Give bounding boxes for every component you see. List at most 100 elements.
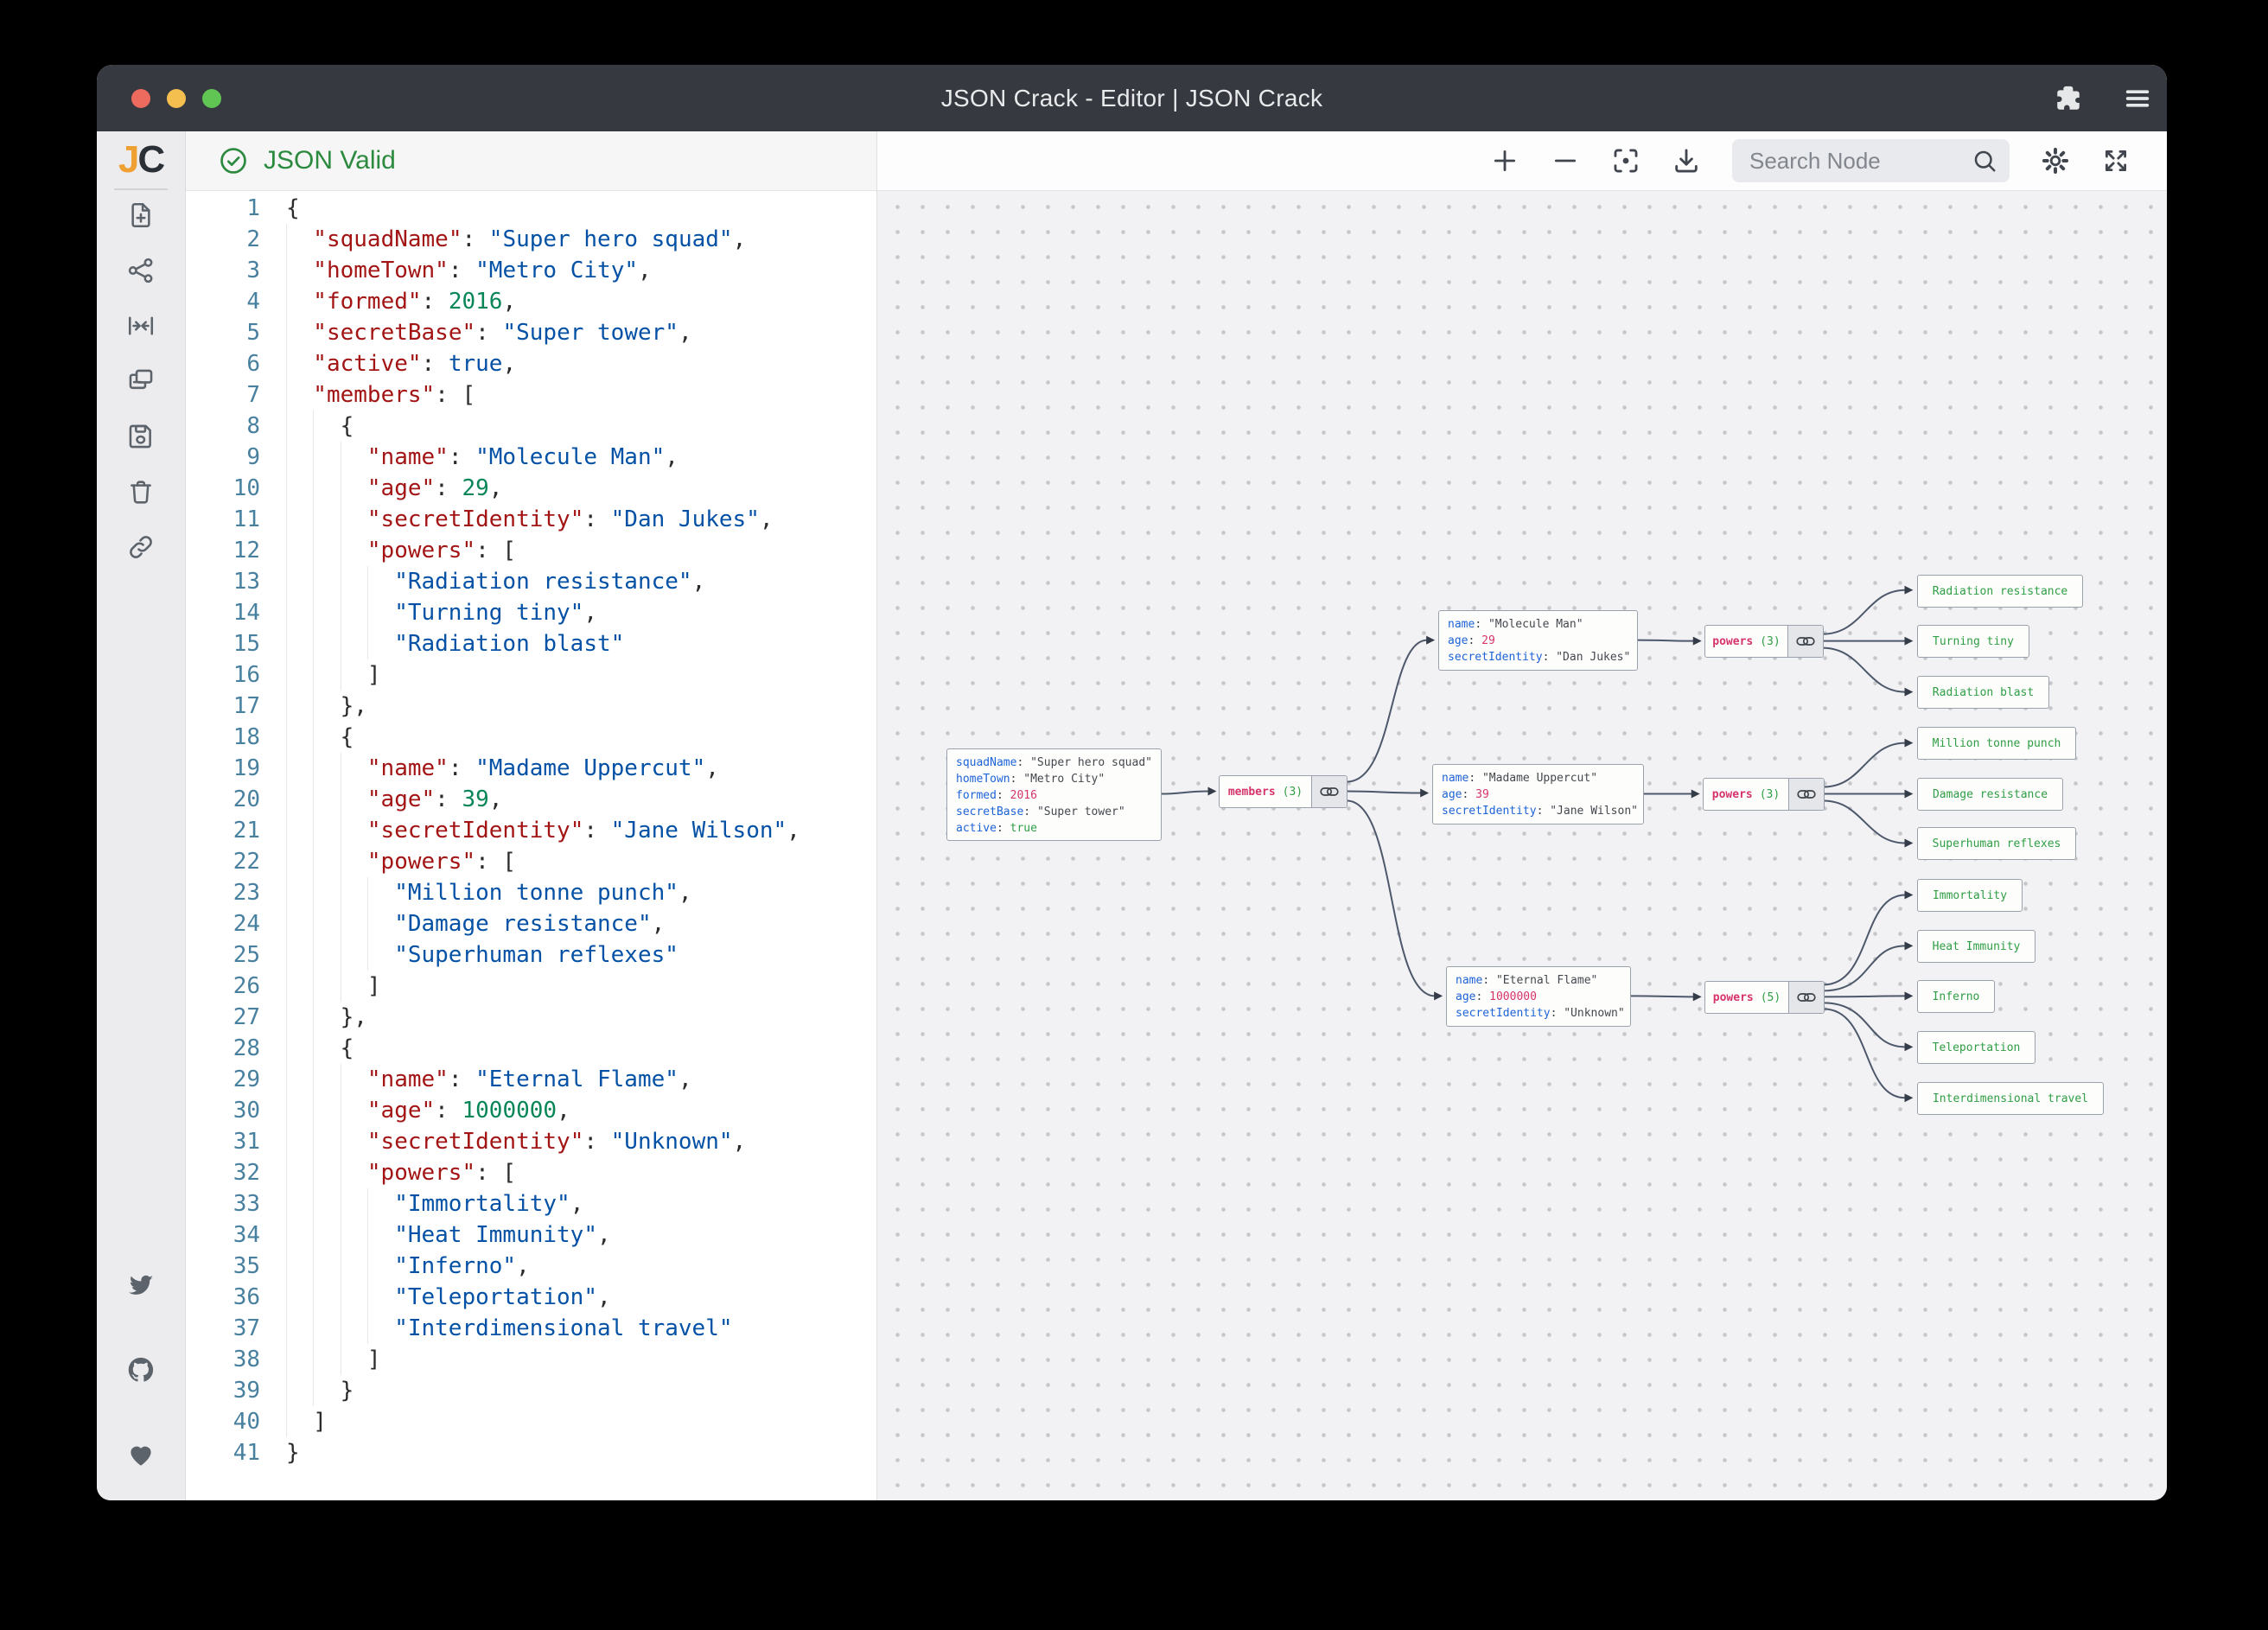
- code-text: "name": "Madame Uppercut",: [260, 753, 719, 784]
- settings-button[interactable]: [2041, 146, 2070, 175]
- extension-icon[interactable]: [2054, 84, 2083, 113]
- graph-canvas[interactable]: squadName: "Super hero squad" homeTown: "…: [877, 191, 2167, 1500]
- sidebar-divider: [114, 188, 168, 190]
- menu-icon[interactable]: [2123, 84, 2152, 113]
- line-number: 29: [186, 1064, 260, 1095]
- node-value: "Metro City": [1023, 773, 1105, 786]
- leaf-value: Million tonne punch: [1933, 735, 2061, 752]
- graph-node-leaf-4[interactable]: Damage resistance: [1917, 778, 2063, 811]
- token-p: :: [435, 475, 462, 501]
- indent-guide: [286, 1375, 313, 1406]
- graph-node-leaf-3[interactable]: Million tonne punch: [1917, 727, 2076, 760]
- node-row: age: 1000000: [1456, 989, 1621, 1005]
- copy-link-icon[interactable]: [126, 532, 156, 562]
- graph-node-member-2[interactable]: name: "Eternal Flame"age: 1000000secretI…: [1446, 966, 1631, 1027]
- collapse-link-icon[interactable]: [1788, 982, 1824, 1013]
- graph-node-members[interactable]: members(3): [1219, 775, 1347, 808]
- search-input[interactable]: [1748, 147, 1963, 175]
- github-icon[interactable]: [126, 1355, 156, 1385]
- graph-node-leaf-0[interactable]: Radiation resistance: [1917, 575, 2083, 608]
- line-number: 8: [186, 411, 260, 442]
- graph-node-powers-2[interactable]: powers(5): [1704, 981, 1825, 1014]
- token-s: "Interdimensional travel": [394, 1315, 732, 1341]
- node-row: squadName: "Super hero squad": [956, 755, 1152, 771]
- token-p: ]: [367, 1347, 381, 1372]
- center-view-button[interactable]: [1611, 146, 1640, 175]
- graph-node-powers-1[interactable]: powers(3): [1703, 778, 1825, 811]
- save-icon[interactable]: [126, 422, 156, 451]
- close-button[interactable]: [131, 89, 150, 108]
- graph-edge: [1824, 1003, 1906, 1047]
- token-p: {: [341, 413, 354, 439]
- sponsor-icon[interactable]: [126, 1440, 156, 1469]
- node-key: homeTown: [956, 773, 1010, 786]
- zoom-in-button[interactable]: [1490, 146, 1519, 175]
- graph-node-member-0[interactable]: name: "Molecule Man"age: 29secretIdentit…: [1438, 610, 1638, 671]
- indent-guide: [367, 1282, 394, 1313]
- graph-node-leaf-7[interactable]: Heat Immunity: [1917, 930, 2035, 963]
- collapse-link-icon[interactable]: [1787, 626, 1823, 657]
- code-line: 15 "Radiation blast": [186, 628, 876, 659]
- copy-icon[interactable]: [126, 366, 156, 396]
- zoom-out-button[interactable]: [1551, 146, 1580, 175]
- graph-node-root[interactable]: squadName: "Super hero squad" homeTown: "…: [946, 748, 1162, 841]
- indent-guide: [341, 846, 367, 877]
- graph-node-leaf-6[interactable]: Immortality: [1917, 879, 2023, 912]
- graph-node-leaf-8[interactable]: Inferno: [1917, 980, 1995, 1013]
- indent-guide: [286, 1251, 313, 1282]
- twitter-icon[interactable]: [126, 1270, 156, 1300]
- line-number: 28: [186, 1033, 260, 1064]
- token-p: : [: [435, 382, 475, 408]
- indent-guide: [341, 815, 367, 846]
- json-editor[interactable]: 1{2 "squadName": "Super hero squad",3 "h…: [186, 191, 876, 1500]
- sidebar-footer: [126, 1270, 156, 1500]
- indent-guide: [313, 1002, 340, 1033]
- collapse-link-icon[interactable]: [1788, 779, 1824, 810]
- center-canvas-icon[interactable]: [126, 311, 156, 341]
- line-number: 10: [186, 473, 260, 504]
- indent-guide: [286, 255, 313, 286]
- graph-node-powers-0[interactable]: powers(3): [1704, 625, 1824, 658]
- share-icon[interactable]: [126, 256, 156, 285]
- graph-node-leaf-5[interactable]: Superhuman reflexes: [1917, 827, 2076, 860]
- token-s: "Immortality": [394, 1191, 570, 1217]
- line-number: 39: [186, 1375, 260, 1406]
- token-p: ]: [313, 1409, 327, 1435]
- download-image-button[interactable]: [1672, 146, 1701, 175]
- graph-node-leaf-2[interactable]: Radiation blast: [1917, 676, 2049, 709]
- collapse-link-icon[interactable]: [1311, 776, 1347, 807]
- line-number: 26: [186, 971, 260, 1002]
- node-child-count: (3): [1760, 786, 1780, 803]
- indent-guide: [341, 628, 367, 659]
- indent-guide: [313, 566, 340, 597]
- graph-node-leaf-9[interactable]: Teleportation: [1917, 1031, 2035, 1064]
- indent-guide: [313, 815, 340, 846]
- node-key: squadName: [956, 756, 1016, 769]
- indent-guide: [367, 628, 394, 659]
- token-s: "Dan Jukes": [611, 506, 760, 532]
- fullscreen-button[interactable]: [2101, 146, 2131, 175]
- line-number: 7: [186, 379, 260, 411]
- token-p: ,: [597, 1222, 611, 1248]
- new-document-icon[interactable]: [126, 201, 156, 230]
- node-key-label: members: [1228, 784, 1276, 800]
- graph-node-member-1[interactable]: name: "Madame Uppercut"age: 39secretIden…: [1432, 764, 1644, 825]
- token-s: "Million tonne punch": [394, 880, 678, 906]
- delete-icon[interactable]: [126, 477, 156, 506]
- node-separator: :: [1475, 990, 1489, 1003]
- graph-node-leaf-10[interactable]: Interdimensional travel: [1917, 1082, 2104, 1115]
- token-p: ,: [787, 818, 800, 844]
- node-key: age: [1442, 788, 1462, 801]
- code-line: 13 "Radiation resistance",: [186, 566, 876, 597]
- minimize-button[interactable]: [167, 89, 186, 108]
- indent-guide: [313, 691, 340, 722]
- graph-node-leaf-1[interactable]: Turning tiny: [1917, 625, 2029, 658]
- token-p: :: [449, 444, 475, 470]
- app-logo[interactable]: JC: [118, 131, 163, 188]
- code-text: "Superhuman reflexes": [260, 939, 678, 971]
- zoom-button[interactable]: [202, 89, 221, 108]
- node-separator: :: [997, 822, 1010, 835]
- line-number: 5: [186, 317, 260, 348]
- node-row: secretBase: "Super tower": [956, 804, 1152, 820]
- token-p: :: [583, 506, 610, 532]
